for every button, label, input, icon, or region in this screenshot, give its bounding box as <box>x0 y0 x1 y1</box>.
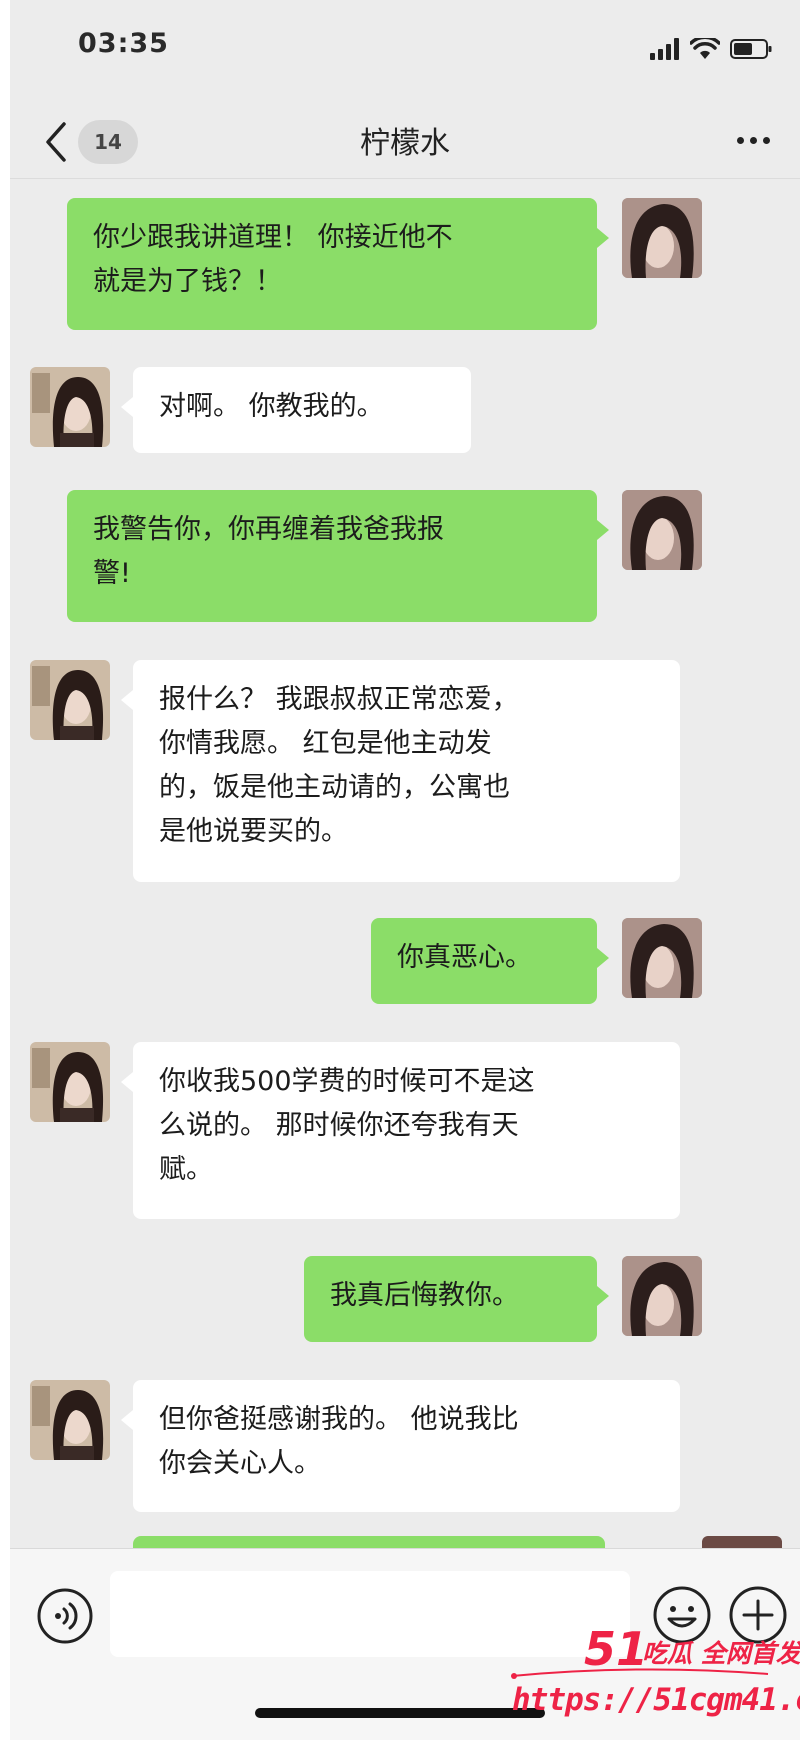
message-input[interactable] <box>110 1571 630 1657</box>
outgoing-message-bubble[interactable]: 我真后悔教你。 <box>304 1256 597 1342</box>
nav-divider <box>10 178 800 179</box>
chat-title: 柠檬水 <box>360 126 450 161</box>
screen: 03:35 14 柠檬水 你少跟我讲道理！ 你接近他不 就是为了钱？！ 对啊。 … <box>0 0 800 1740</box>
more-dots-icon <box>762 136 770 144</box>
watermark-url: https://51cgm41.com <box>512 1682 800 1718</box>
contact-avatar[interactable] <box>30 367 110 447</box>
contact-avatar[interactable] <box>30 1042 110 1122</box>
incoming-message-bubble[interactable]: 对啊。 你教我的。 <box>133 367 471 453</box>
incoming-message-bubble[interactable]: 你收我500学费的时候可不是这 么说的。 那时候你还夸我有天 赋。 <box>133 1042 680 1219</box>
bubble-tail <box>597 228 609 248</box>
more-dots-icon <box>749 136 757 144</box>
bubble-tail <box>121 1410 133 1430</box>
voice-icon <box>37 1588 93 1644</box>
home-indicator <box>255 1708 545 1718</box>
bubble-tail <box>121 690 133 710</box>
bubble-tail <box>597 520 609 540</box>
battery-icon <box>730 39 772 59</box>
status-time: 03:35 <box>78 28 169 59</box>
my-avatar[interactable] <box>622 918 702 998</box>
voice-button[interactable] <box>36 1587 94 1645</box>
bubble-tail <box>597 948 609 968</box>
bubble-tail <box>121 397 133 417</box>
wifi-icon <box>690 38 720 59</box>
watermark-swoosh-icon <box>511 1668 769 1679</box>
more-button[interactable] <box>728 120 778 160</box>
chat-app: 03:35 14 柠檬水 你少跟我讲道理！ 你接近他不 就是为了钱？！ 对啊。 … <box>10 0 800 1740</box>
watermark-brand: 51 吃瓜 全网首发 <box>511 1622 800 1679</box>
contact-avatar[interactable] <box>30 660 110 740</box>
incoming-message-bubble[interactable]: 报什么？ 我跟叔叔正常恋爱， 你情我愿。 红包是他主动发 的，饭是他主动请的，公… <box>133 660 680 882</box>
my-avatar[interactable] <box>622 198 702 278</box>
bubble-tail <box>597 1286 609 1306</box>
my-avatar[interactable] <box>622 1256 702 1336</box>
more-dots-icon <box>736 136 744 144</box>
outgoing-message-bubble[interactable]: 我警告你，你再缠着我爸我报 警! <box>67 490 597 622</box>
my-avatar[interactable] <box>622 490 702 570</box>
outgoing-message-bubble[interactable]: 你少跟我讲道理！ 你接近他不 就是为了钱？！ <box>67 198 597 330</box>
bubble-tail <box>121 1072 133 1092</box>
outgoing-message-bubble[interactable]: 你真恶心。 <box>371 918 597 1004</box>
contact-avatar[interactable] <box>30 1380 110 1460</box>
incoming-message-bubble[interactable]: 但你爸挺感谢我的。 他说我比 你会关心人。 <box>133 1380 680 1512</box>
signal-icon <box>650 38 679 60</box>
watermark-brand-text: 吃瓜 全网首发 <box>642 1639 800 1668</box>
status-icons <box>650 34 772 64</box>
